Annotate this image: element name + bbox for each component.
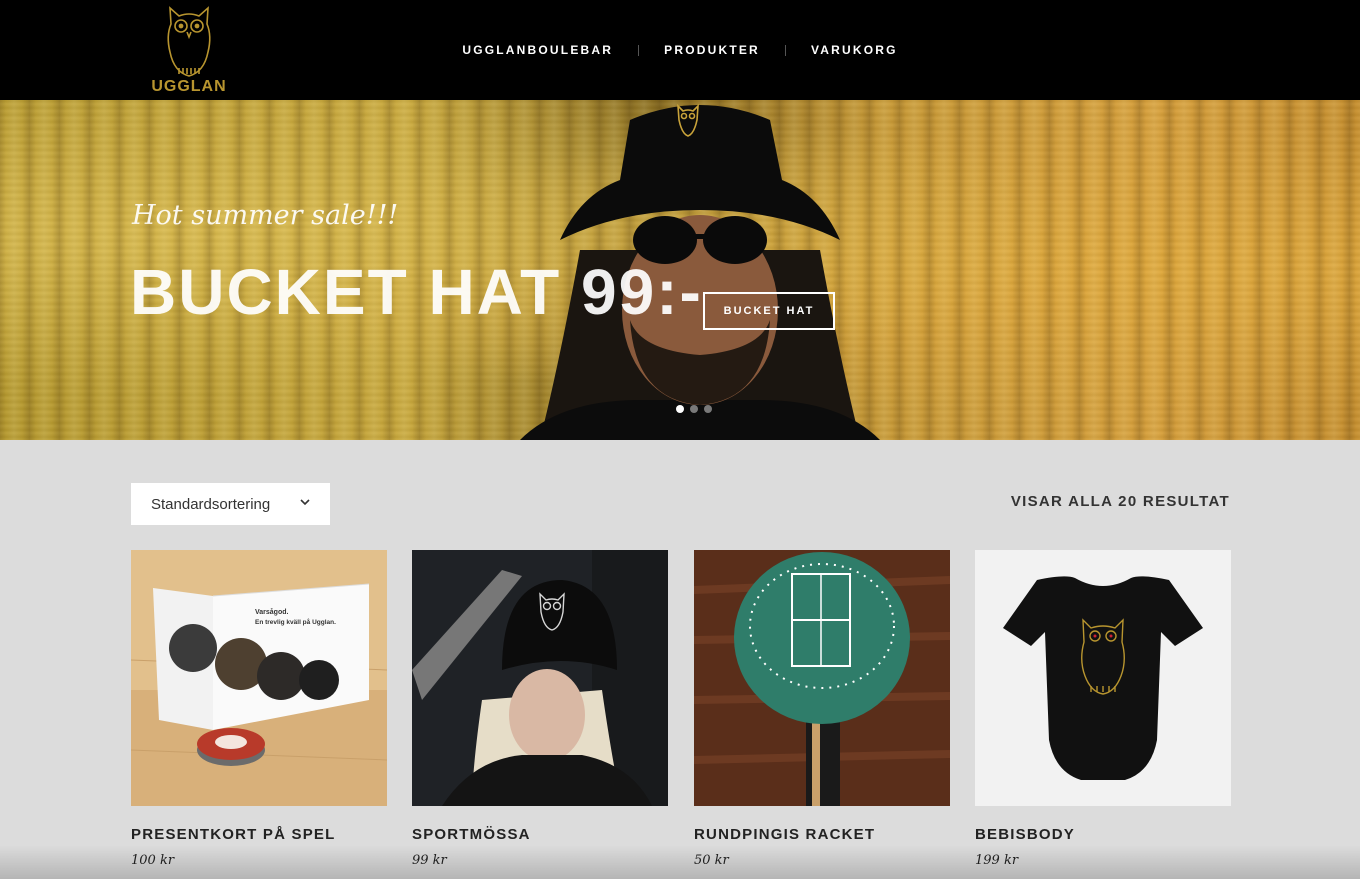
product-name[interactable]: BEBISBODY [975, 826, 1231, 843]
hero-cta-button[interactable]: BUCKET HAT [703, 292, 835, 330]
nav-item-produkter[interactable]: PRODUKTER [664, 43, 760, 57]
product-price: 100 kr [131, 853, 175, 868]
product-price: 199 kr [975, 853, 1019, 868]
product-name[interactable]: SPORTMÖSSA [412, 826, 668, 843]
product-image-bebisbody[interactable] [975, 550, 1231, 806]
hero-title: BUCKET HAT 99:- [130, 256, 703, 328]
nav-divider [784, 44, 786, 56]
sort-selected-value: Standardsortering [151, 495, 271, 513]
product-card[interactable]: SPORTMÖSSA 99 kr [412, 550, 668, 868]
main-nav: UGGLANBOULEBAR PRODUKTER VARUKORG [0, 0, 1360, 100]
hero-tagline: Hot summer sale!!! [132, 200, 399, 231]
product-image-sportmossa[interactable] [412, 550, 668, 806]
slider-dot-1[interactable] [676, 405, 684, 413]
product-name[interactable]: RUNDPINGIS RACKET [694, 826, 950, 843]
product-card[interactable]: Varsågod. En trevlig kväll på Ugglan. PR… [131, 550, 387, 868]
chevron-down-icon [300, 499, 310, 506]
nav-item-ugglanboulebar[interactable]: UGGLANBOULEBAR [462, 43, 613, 57]
nav-item-varukorg[interactable]: VARUKORG [811, 43, 898, 57]
slider-dot-2[interactable] [690, 405, 698, 413]
product-card[interactable]: BEBISBODY 199 kr [975, 550, 1231, 868]
product-price: 99 kr [412, 853, 447, 868]
site-header: UGGLAN UGGLANBOULEBAR PRODUKTER VARUKORG [0, 0, 1360, 100]
nav-divider [638, 44, 640, 56]
product-image-presentkort[interactable]: Varsågod. En trevlig kväll på Ugglan. [131, 550, 387, 806]
giftcard-text-line2: En trevlig kväll på Ugglan. [255, 618, 336, 626]
slider-dots [676, 405, 712, 413]
results-count: VISAR ALLA 20 RESULTAT [1010, 493, 1230, 510]
slider-dot-3[interactable] [704, 405, 712, 413]
product-name[interactable]: PRESENTKORT PÅ SPEL [131, 826, 387, 843]
hero-slider: Hot summer sale!!! BUCKET HAT 99:- BUCKE… [0, 100, 1360, 440]
product-price: 50 kr [694, 853, 729, 868]
product-card[interactable]: RUNDPINGIS RACKET 50 kr [694, 550, 950, 868]
sort-select[interactable]: Standardsortering [131, 483, 330, 525]
giftcard-text-line1: Varsågod. [255, 608, 289, 616]
product-image-rundpingis-racket[interactable] [694, 550, 950, 806]
